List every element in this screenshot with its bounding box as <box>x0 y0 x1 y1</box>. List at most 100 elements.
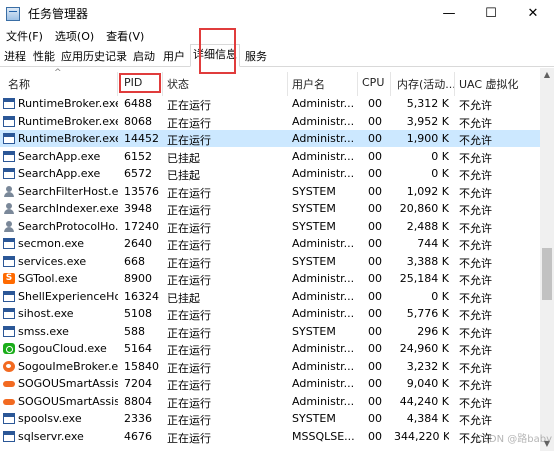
process-user: SYSTEM <box>292 202 336 215</box>
process-name: SOGOUSmartAssis... <box>18 394 118 408</box>
process-memory: 5,312 K <box>406 97 449 110</box>
table-row[interactable]: spoolsv.exe 2336 正在运行 SYSTEM 00 4,384 K 不允许 <box>0 410 540 427</box>
col-uac[interactable]: UAC 虚拟化 <box>459 76 519 92</box>
table-row[interactable]: SearchFilterHost.exe 13576 正在运行 SYSTEM 00 1,0… <box>0 183 540 200</box>
sogou-cloud-icon <box>3 343 15 354</box>
process-status: 正在运行 <box>167 239 211 252</box>
process-user: Administr... <box>292 132 355 145</box>
window-icon <box>3 133 15 144</box>
tab-app-history[interactable]: 应用历史记录 <box>60 46 128 66</box>
column-divider[interactable] <box>357 72 358 96</box>
sort-arrow-icon: ^ <box>54 68 62 78</box>
process-status: 正在运行 <box>167 274 211 287</box>
process-cpu: 00 <box>368 307 382 320</box>
column-divider[interactable] <box>454 72 455 96</box>
col-pid[interactable]: PID <box>124 76 142 89</box>
process-memory: 4,384 K <box>406 412 449 425</box>
process-memory: 3,388 K <box>406 254 449 268</box>
process-name: SOGOUSmartAssis... <box>18 377 118 390</box>
table-row[interactable]: sihost.exe 5108 正在运行 Administr... 00 5,776 K 不… <box>0 305 540 322</box>
col-user[interactable]: 用户名 <box>292 76 325 92</box>
process-cpu: 00 <box>368 412 382 425</box>
process-status: 正在运行 <box>167 256 211 270</box>
title-bar: 任务管理器 — ☐ ✕ <box>0 0 554 27</box>
process-user: Administr... <box>292 237 355 250</box>
tab-performance[interactable]: 性能 <box>30 46 58 66</box>
table-row[interactable]: SearchApp.exe 6572 已挂起 Administr... 00 0 K 不允许 <box>0 165 540 182</box>
window-controls: — ☐ ✕ <box>428 0 554 27</box>
table-row[interactable]: secmon.exe 2640 正在运行 Administr... 00 744 K 不允许 <box>0 235 540 252</box>
tab-startup[interactable]: 启动 <box>130 46 158 66</box>
process-cpu: 00 <box>368 114 382 128</box>
table-row[interactable]: SOGOUSmartAssis... 8804 正在运行 Administr... 00… <box>0 393 540 410</box>
process-pid: 15840 <box>124 359 159 373</box>
table-row[interactable]: SogouImeBroker.e... 15840 正在运行 Administr...… <box>0 358 540 375</box>
process-user: SYSTEM <box>292 219 336 233</box>
process-user: Administr... <box>292 359 355 373</box>
process-pid: 2336 <box>124 412 152 425</box>
person-icon <box>3 220 15 232</box>
column-divider[interactable] <box>162 72 163 96</box>
process-cpu: 00 <box>368 324 382 338</box>
process-user: Administr... <box>292 272 355 285</box>
table-row[interactable]: SearchProtocolHo... 17240 正在运行 SYSTEM 00 2,48… <box>0 218 540 235</box>
process-uac: 不允许 <box>459 151 492 165</box>
scroll-up-icon[interactable]: ▲ <box>540 68 554 82</box>
table-row[interactable]: RuntimeBroker.exe 6488 正在运行 Administr... 00 5… <box>0 95 540 112</box>
table-row[interactable]: ShellExperienceHo... 16324 已挂起 Administr...… <box>0 288 540 305</box>
column-divider[interactable] <box>390 72 391 96</box>
table-row[interactable]: SearchApp.exe 6152 已挂起 Administr... 00 0 K 不允许 <box>0 148 540 165</box>
window-icon <box>3 98 15 109</box>
menu-view[interactable]: 查看(V) <box>100 28 150 44</box>
menu-file[interactable]: 文件(F) <box>0 28 49 44</box>
tab-services[interactable]: 服务 <box>242 46 270 66</box>
window-icon <box>3 168 15 179</box>
column-divider[interactable] <box>117 72 118 96</box>
process-name: services.exe <box>18 254 87 268</box>
menu-bar: 文件(F) 选项(O) 查看(V) <box>0 27 554 45</box>
process-cpu: 00 <box>368 149 382 163</box>
process-name: SearchFilterHost.exe <box>18 184 118 198</box>
process-status: 已挂起 <box>167 151 200 165</box>
process-status: 正在运行 <box>167 99 211 112</box>
table-row[interactable]: SogouCloud.exe 5164 正在运行 Administr... 00 24,9… <box>0 340 540 357</box>
process-pid: 3948 <box>124 202 152 215</box>
column-divider[interactable] <box>287 72 288 96</box>
maximize-button[interactable]: ☐ <box>470 0 512 27</box>
table-row[interactable]: RuntimeBroker.exe 14452 正在运行 Administr... 00… <box>0 130 540 148</box>
process-uac: 不允许 <box>459 186 492 200</box>
vertical-scrollbar[interactable]: ▲ ▼ <box>540 68 554 451</box>
table-row[interactable]: RuntimeBroker.exe 8068 正在运行 Administr... 00 3… <box>0 113 540 130</box>
table-row[interactable]: SGTool.exe 8900 正在运行 Administr... 00 25,184 K… <box>0 270 540 287</box>
process-status: 已挂起 <box>167 291 200 305</box>
process-memory: 296 K <box>417 324 449 338</box>
tab-users[interactable]: 用户 <box>160 46 188 66</box>
process-name: sqlservr.exe <box>18 429 84 443</box>
process-status: 正在运行 <box>167 186 211 200</box>
tab-processes[interactable]: 进程 <box>2 46 28 66</box>
col-memory[interactable]: 内存(活动... <box>397 76 456 92</box>
menu-options[interactable]: 选项(O) <box>49 28 100 44</box>
table-row[interactable]: services.exe 668 正在运行 SYSTEM 00 3,388 K 不允许 <box>0 253 540 270</box>
process-pid: 668 <box>124 254 145 268</box>
process-status: 已挂起 <box>167 169 200 182</box>
column-header: ^ 名称 PID 状态 用户名 CPU 内存(活动... UAC 虚拟化 <box>0 68 540 98</box>
table-row[interactable]: smss.exe 588 正在运行 SYSTEM 00 296 K 不允许 <box>0 323 540 340</box>
minimize-button[interactable]: — <box>428 0 470 27</box>
process-uac: 不允许 <box>459 344 492 357</box>
process-pid: 14452 <box>124 132 159 145</box>
process-uac: 不允许 <box>459 204 492 217</box>
table-row[interactable]: SOGOUSmartAssis... 7204 正在运行 Administr... 00… <box>0 375 540 392</box>
table-row[interactable]: sqlservr.exe 4676 正在运行 MSSQLSE... 00 344,220 … <box>0 428 540 445</box>
process-pid: 5164 <box>124 342 152 355</box>
col-status[interactable]: 状态 <box>167 76 189 92</box>
table-row[interactable]: SearchIndexer.exe 3948 正在运行 SYSTEM 00 20,860 … <box>0 200 540 217</box>
tab-details[interactable]: 详细信息 <box>190 44 240 67</box>
close-button[interactable]: ✕ <box>512 0 554 27</box>
col-name[interactable]: 名称 <box>8 76 30 92</box>
process-user: SYSTEM <box>292 184 336 198</box>
col-cpu[interactable]: CPU <box>362 76 384 89</box>
process-status: 正在运行 <box>167 116 211 130</box>
scroll-thumb[interactable] <box>542 248 552 300</box>
process-status: 正在运行 <box>167 361 211 375</box>
